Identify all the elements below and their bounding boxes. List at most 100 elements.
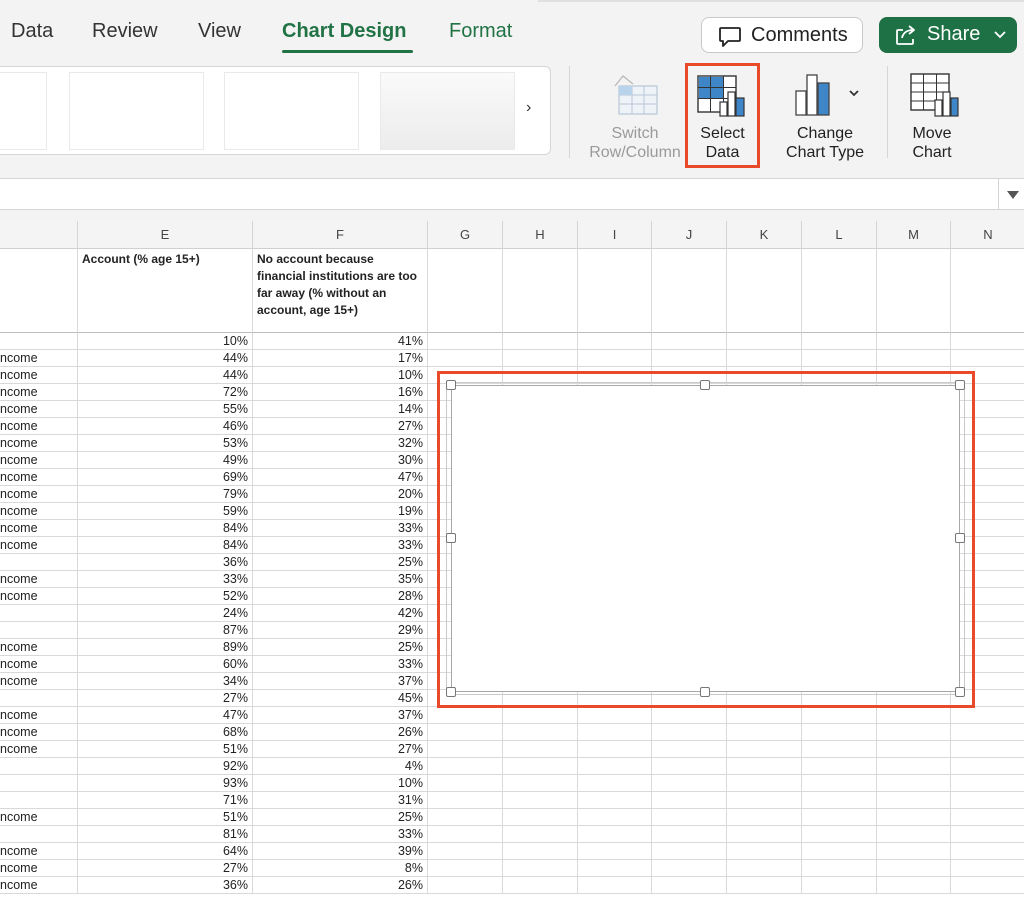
- column-header-d[interactable]: [0, 221, 78, 249]
- cell-e[interactable]: 84%: [78, 537, 253, 554]
- cell-e[interactable]: 44%: [78, 350, 253, 367]
- cell-e[interactable]: 24%: [78, 605, 253, 622]
- cell[interactable]: [652, 333, 727, 350]
- cell[interactable]: [802, 775, 877, 792]
- cell-f[interactable]: 28%: [253, 588, 428, 605]
- cell[interactable]: [652, 724, 727, 741]
- cell-d[interactable]: ncome: [0, 452, 78, 469]
- cell[interactable]: [802, 826, 877, 843]
- cell[interactable]: [727, 877, 802, 894]
- cell-e[interactable]: 10%: [78, 333, 253, 350]
- cell-d[interactable]: ncome: [0, 401, 78, 418]
- cell-e[interactable]: 69%: [78, 469, 253, 486]
- cell-d[interactable]: ncome: [0, 656, 78, 673]
- cell-e[interactable]: 84%: [78, 520, 253, 537]
- cell[interactable]: [503, 350, 578, 367]
- cell[interactable]: [727, 860, 802, 877]
- chart-style-thumbnail[interactable]: [69, 72, 204, 150]
- column-header-l[interactable]: L: [802, 221, 877, 249]
- cell-f[interactable]: 25%: [253, 639, 428, 656]
- cell[interactable]: [951, 860, 1024, 877]
- cell[interactable]: [503, 826, 578, 843]
- cell-e[interactable]: 71%: [78, 792, 253, 809]
- cell-e[interactable]: 47%: [78, 707, 253, 724]
- cell[interactable]: [652, 843, 727, 860]
- cell-e[interactable]: 68%: [78, 724, 253, 741]
- cell-f[interactable]: 14%: [253, 401, 428, 418]
- cell[interactable]: [428, 758, 503, 775]
- cell[interactable]: [578, 792, 652, 809]
- cell[interactable]: [802, 707, 877, 724]
- switch-row-column-button[interactable]: Switch Row/Column: [583, 66, 687, 166]
- cell-e[interactable]: 89%: [78, 639, 253, 656]
- cell-e[interactable]: 52%: [78, 588, 253, 605]
- cell[interactable]: [951, 809, 1024, 826]
- header-cell[interactable]: [727, 249, 802, 333]
- cell-e[interactable]: 64%: [78, 843, 253, 860]
- cell[interactable]: [652, 350, 727, 367]
- header-cell[interactable]: [428, 249, 503, 333]
- header-cell[interactable]: [503, 249, 578, 333]
- column-header-i[interactable]: I: [578, 221, 652, 249]
- cell-e[interactable]: 36%: [78, 554, 253, 571]
- cell-f[interactable]: 33%: [253, 656, 428, 673]
- cell-e[interactable]: 46%: [78, 418, 253, 435]
- cell-e[interactable]: 55%: [78, 401, 253, 418]
- cell-f[interactable]: 8%: [253, 860, 428, 877]
- cell[interactable]: [951, 826, 1024, 843]
- cell[interactable]: [877, 707, 951, 724]
- cell[interactable]: [503, 758, 578, 775]
- cell[interactable]: [727, 758, 802, 775]
- cell-d[interactable]: ncome: [0, 503, 78, 520]
- cell[interactable]: [727, 826, 802, 843]
- move-chart-button[interactable]: Move Chart: [896, 66, 968, 166]
- cell[interactable]: [951, 792, 1024, 809]
- cell-f[interactable]: 32%: [253, 435, 428, 452]
- cell[interactable]: [951, 877, 1024, 894]
- header-cell[interactable]: [802, 249, 877, 333]
- cell-d[interactable]: [0, 690, 78, 707]
- cell-d[interactable]: [0, 775, 78, 792]
- cell-e[interactable]: 87%: [78, 622, 253, 639]
- cell[interactable]: [727, 724, 802, 741]
- cell[interactable]: [578, 826, 652, 843]
- cell[interactable]: [951, 741, 1024, 758]
- column-header-h[interactable]: H: [503, 221, 578, 249]
- cell-f[interactable]: 30%: [253, 452, 428, 469]
- header-cell-account[interactable]: Account (% age 15+): [78, 249, 253, 333]
- cell[interactable]: [578, 724, 652, 741]
- cell[interactable]: [428, 333, 503, 350]
- cell-f[interactable]: 33%: [253, 520, 428, 537]
- cell[interactable]: [652, 826, 727, 843]
- column-header-n[interactable]: N: [951, 221, 1024, 249]
- cell-e[interactable]: 81%: [78, 826, 253, 843]
- cell[interactable]: [578, 707, 652, 724]
- cell[interactable]: [951, 775, 1024, 792]
- cell-d[interactable]: ncome: [0, 367, 78, 384]
- cell-f[interactable]: 10%: [253, 775, 428, 792]
- resize-handle[interactable]: [955, 533, 965, 543]
- cell-e[interactable]: 33%: [78, 571, 253, 588]
- empty-chart-area[interactable]: [451, 385, 960, 692]
- cell-d[interactable]: ncome: [0, 724, 78, 741]
- cell-f[interactable]: 10%: [253, 367, 428, 384]
- comments-button[interactable]: Comments: [701, 17, 863, 53]
- cell-d[interactable]: [0, 758, 78, 775]
- cell[interactable]: [951, 350, 1024, 367]
- cell[interactable]: [578, 775, 652, 792]
- header-cell[interactable]: [578, 249, 652, 333]
- cell[interactable]: [428, 792, 503, 809]
- cell-e[interactable]: 27%: [78, 860, 253, 877]
- cell[interactable]: [578, 877, 652, 894]
- chart-style-thumbnail[interactable]: [380, 72, 515, 150]
- share-button[interactable]: Share: [879, 17, 1017, 53]
- cell[interactable]: [428, 826, 503, 843]
- cell-d[interactable]: ncome: [0, 418, 78, 435]
- chart-style-thumbnail[interactable]: [224, 72, 359, 150]
- resize-handle[interactable]: [700, 380, 710, 390]
- cell[interactable]: [727, 809, 802, 826]
- cell[interactable]: [578, 741, 652, 758]
- cell[interactable]: [652, 792, 727, 809]
- cell-f[interactable]: 26%: [253, 724, 428, 741]
- cell-e[interactable]: 34%: [78, 673, 253, 690]
